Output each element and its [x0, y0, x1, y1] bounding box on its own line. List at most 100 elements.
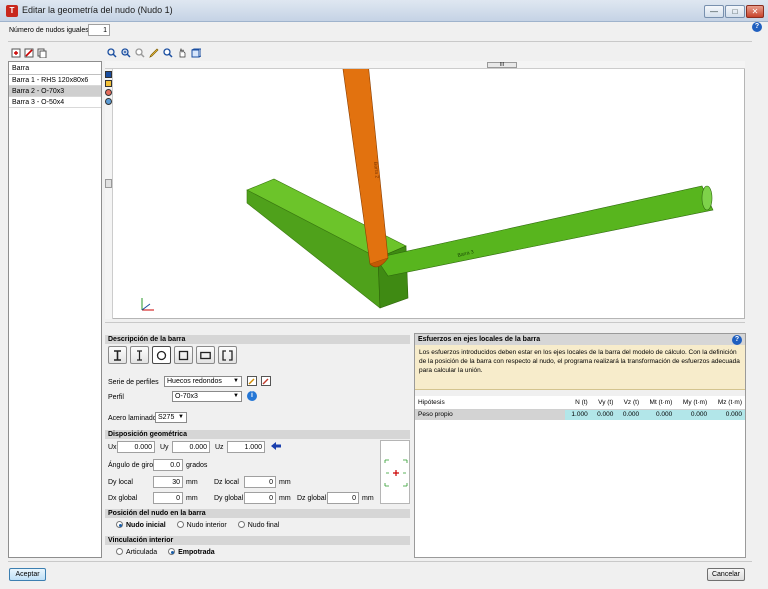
column-header[interactable]: Vz (t): [616, 396, 643, 410]
series-label: Serie de perfiles: [108, 379, 159, 386]
bar-list-item[interactable]: Barra 3 - O-50x4: [9, 97, 101, 108]
radio-label: Nudo inicial: [126, 522, 166, 529]
value-cell[interactable]: 1.000: [565, 409, 591, 420]
radio-icon[interactable]: [176, 521, 184, 528]
equal-nodes-input[interactable]: 1: [88, 24, 110, 36]
round-hollow-button[interactable]: [152, 346, 171, 364]
view-front-icon[interactable]: [105, 71, 112, 78]
section-preview: [380, 440, 410, 504]
dy-global-label: Dy global: [214, 495, 244, 502]
radio-icon[interactable]: [116, 548, 123, 555]
maximize-button[interactable]: □: [725, 5, 745, 18]
dx-global-input[interactable]: 0: [153, 492, 183, 504]
uy-label: Uy: [160, 444, 169, 451]
equal-nodes-label: Número de nudos iguales: [9, 27, 89, 34]
divider: [8, 561, 752, 562]
dz-global-label: Dz global: [297, 495, 327, 502]
bar-list-item[interactable]: Barra 2 - O-70x3: [9, 86, 101, 97]
dx-global-label: Dx global: [108, 495, 138, 502]
viewport-horizontal-scrollbar[interactable]: III: [105, 61, 745, 69]
angle-unit: grados: [186, 462, 208, 469]
edit-series-alt-icon[interactable]: [261, 376, 271, 386]
column-header[interactable]: My (t·m): [675, 396, 711, 410]
splitter[interactable]: [105, 322, 745, 326]
column-header[interactable]: Vy (t): [590, 396, 617, 410]
linkage-option[interactable]: Articulada: [116, 547, 157, 556]
app-icon: T: [6, 5, 18, 17]
uz-input[interactable]: 1.000: [227, 441, 265, 453]
copy-bar-icon[interactable]: [37, 48, 47, 59]
ux-input[interactable]: 0.000: [117, 441, 155, 453]
linkage-option[interactable]: Empotrada: [168, 547, 215, 556]
node-position-option[interactable]: Nudo final: [237, 520, 280, 529]
node-3d-render: Barra 2 Barra 3: [141, 62, 714, 311]
edit-series-icon[interactable]: [247, 376, 257, 386]
dy-global-input[interactable]: 0: [244, 492, 276, 504]
3d-viewport[interactable]: Barra 2 Barra 3: [105, 61, 745, 319]
channel-pair-button[interactable]: [218, 346, 237, 364]
dz-global-input[interactable]: 0: [327, 492, 359, 504]
close-button[interactable]: ✕: [746, 5, 764, 18]
pencil-icon[interactable]: [149, 48, 159, 58]
view-side-icon[interactable]: [105, 89, 112, 96]
forces-help-icon[interactable]: ?: [732, 335, 742, 345]
bars-header: Barra: [9, 62, 101, 75]
view-3d-icon[interactable]: [191, 48, 201, 58]
column-header[interactable]: Hipótesis: [415, 396, 565, 410]
radio-icon[interactable]: [237, 521, 245, 528]
table-row[interactable]: Peso propio 1.000 0.000 0.000 0.000 0.000 0.00…: [415, 409, 745, 420]
dy-local-unit: mm: [186, 479, 198, 486]
dz-local-input[interactable]: 0: [244, 476, 276, 488]
radio-label: Articulada: [126, 549, 158, 556]
help-icon[interactable]: ?: [752, 22, 762, 32]
zoom-window-icon[interactable]: [121, 48, 131, 58]
value-cell[interactable]: 0.000: [642, 409, 676, 420]
add-bar-icon[interactable]: [11, 48, 21, 58]
value-cell[interactable]: 0.000: [710, 409, 745, 420]
dy-local-label: Dy local: [108, 479, 133, 486]
chevron-down-icon: ▼: [178, 414, 184, 420]
dy-local-input[interactable]: 30: [153, 476, 183, 488]
angle-input[interactable]: 0.0: [153, 459, 183, 471]
column-header[interactable]: N (t): [565, 396, 591, 410]
zoom-extents-icon[interactable]: [107, 48, 117, 58]
angle-label: Ángulo de giro: [108, 462, 154, 469]
info-icon[interactable]: i: [247, 391, 257, 401]
rect-hollow-button[interactable]: [196, 346, 215, 364]
node-position-option[interactable]: Nudo interior: [176, 520, 227, 529]
minimize-button[interactable]: —: [704, 5, 724, 18]
radio-icon[interactable]: [168, 548, 176, 555]
bar-list-item[interactable]: Barra 1 - RHS 120x80x6: [9, 75, 101, 86]
value-cell[interactable]: 0.000: [590, 409, 617, 420]
zoom-out-icon[interactable]: [135, 48, 145, 58]
value-cell[interactable]: 0.000: [616, 409, 643, 420]
forces-panel: Esfuerzos en ejes locales de la barra ? …: [414, 333, 746, 558]
accept-button[interactable]: Aceptar: [9, 568, 46, 581]
radio-label: Nudo final: [247, 522, 280, 529]
column-header[interactable]: Mz (t·m): [710, 396, 745, 410]
view-top-icon[interactable]: [105, 80, 112, 87]
value-cell[interactable]: 0.000: [675, 409, 711, 420]
edit-bar-icon[interactable]: [24, 48, 34, 58]
node-position-option[interactable]: Nudo inicial: [116, 520, 166, 529]
pan-icon[interactable]: [177, 48, 187, 58]
cancel-button[interactable]: Cancelar: [707, 568, 745, 581]
series-select[interactable]: Huecos redondos ▼: [164, 376, 242, 387]
zoom-in-icon[interactable]: [163, 48, 173, 58]
i-profile-button[interactable]: [108, 346, 127, 364]
radio-icon[interactable]: [116, 521, 123, 528]
node-position-options: Nudo inicial Nudo interior Nudo final: [116, 520, 279, 529]
uy-input[interactable]: 0.000: [172, 441, 210, 453]
profile-select[interactable]: O-70x3 ▼: [172, 391, 242, 402]
direction-arrow-icon[interactable]: [270, 441, 282, 453]
hypothesis-cell[interactable]: Peso propio: [415, 409, 565, 420]
view-iso-icon[interactable]: [105, 98, 112, 105]
bars-panel: Barra Barra 1 - RHS 120x80x6 Barra 2 - O-…: [8, 61, 102, 558]
axis-gizmo: [141, 298, 154, 311]
column-header[interactable]: Mt (t·m): [642, 396, 676, 410]
square-hollow-button[interactable]: [174, 346, 193, 364]
i-profile-alt-button[interactable]: [130, 346, 149, 364]
vertical-slider[interactable]: [105, 179, 112, 188]
steel-select[interactable]: S275 ▼: [155, 412, 187, 423]
scroll-grip[interactable]: III: [487, 62, 517, 68]
